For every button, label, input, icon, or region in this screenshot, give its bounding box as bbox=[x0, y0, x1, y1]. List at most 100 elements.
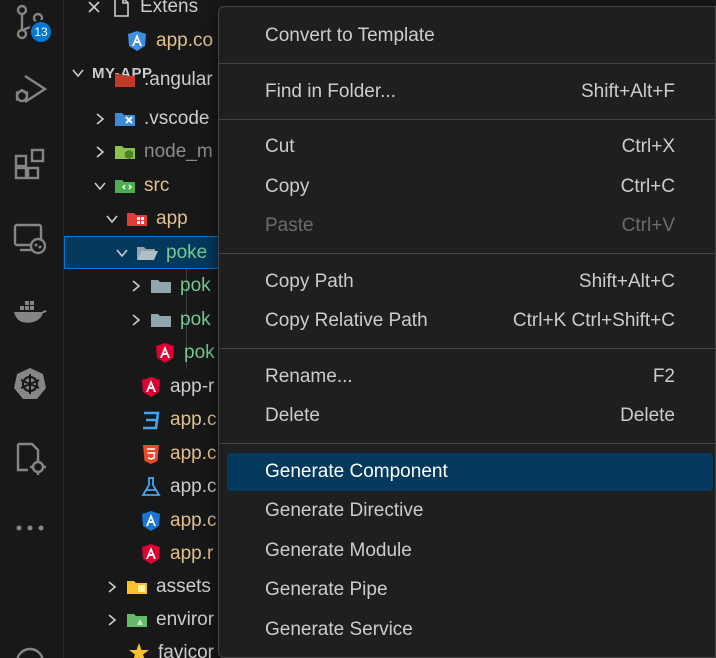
tree-item-folder[interactable]: enviror bbox=[64, 603, 224, 636]
tree-item-folder-selected[interactable]: poke bbox=[64, 236, 224, 269]
tree-item-file[interactable]: app-r bbox=[64, 370, 224, 403]
menu-item-shortcut: Ctrl+C bbox=[620, 176, 675, 197]
menu-item-label: Generate Component bbox=[265, 461, 448, 482]
chevron-right-icon bbox=[104, 580, 120, 594]
more-icon[interactable] bbox=[8, 506, 52, 550]
menu-item-delete[interactable]: Delete Delete bbox=[227, 397, 713, 435]
menu-item-label: Generate Pipe bbox=[265, 579, 388, 600]
tree-item-label: enviror bbox=[156, 608, 215, 630]
menu-item-generate-directive[interactable]: Generate Directive bbox=[227, 492, 713, 530]
menu-item-copy-relative-path[interactable]: Copy Relative Path Ctrl+K Ctrl+Shift+C bbox=[227, 302, 713, 340]
menu-separator bbox=[219, 348, 716, 349]
tree-item-file[interactable]: pok bbox=[64, 336, 224, 369]
tree-item-label: pok bbox=[180, 308, 211, 330]
menu-item-label: Copy Relative Path bbox=[265, 310, 428, 331]
account-icon[interactable] bbox=[8, 636, 52, 658]
kubernetes-icon[interactable] bbox=[8, 362, 52, 406]
tree-item-folder[interactable]: app bbox=[64, 202, 224, 235]
menu-item-label: Delete bbox=[265, 405, 320, 426]
run-debug-icon[interactable] bbox=[8, 66, 52, 110]
tree-item-folder[interactable]: .angular bbox=[64, 70, 224, 90]
angular-icon bbox=[140, 543, 162, 565]
tree-item-file[interactable]: app.c bbox=[64, 437, 224, 470]
menu-item-cut[interactable]: Cut Ctrl+X bbox=[227, 128, 713, 166]
tree-item-label: app-r bbox=[170, 375, 215, 397]
tree-item-file[interactable]: app.c bbox=[64, 504, 224, 537]
tree-item-file[interactable]: app.r bbox=[64, 537, 224, 570]
assets-folder-icon bbox=[126, 576, 148, 598]
tree-item-folder[interactable]: node_m bbox=[64, 135, 224, 168]
chevron-right-icon bbox=[104, 613, 120, 627]
context-menu: Convert to Template Find in Folder... Sh… bbox=[218, 6, 716, 658]
node-folder-icon bbox=[114, 141, 136, 163]
open-editor-item[interactable]: app.co bbox=[64, 24, 224, 57]
remote-explorer-icon[interactable] bbox=[8, 216, 52, 260]
tree-item-label: app.c bbox=[170, 442, 217, 464]
menu-separator bbox=[219, 119, 716, 120]
menu-item-paste[interactable]: Paste Ctrl+V bbox=[227, 207, 713, 245]
folder-open-icon bbox=[136, 242, 158, 264]
tree-item-file[interactable]: favicor bbox=[64, 636, 224, 658]
menu-item-shortcut: F2 bbox=[652, 366, 675, 387]
chevron-right-icon bbox=[128, 279, 144, 293]
tree-item-folder[interactable]: src bbox=[64, 169, 224, 202]
tree-item-label: pok bbox=[180, 274, 211, 296]
chevron-right-icon bbox=[92, 112, 108, 126]
extensions-icon[interactable] bbox=[8, 142, 52, 186]
menu-item-label: Paste bbox=[265, 215, 314, 236]
explorer-sidebar: Extens app.co MY-APP .angular .vscode no… bbox=[64, 0, 224, 658]
menu-item-label: Rename... bbox=[265, 366, 353, 387]
menu-item-copy[interactable]: Copy Ctrl+C bbox=[227, 168, 713, 206]
html-icon bbox=[140, 443, 162, 465]
angular-folder-icon bbox=[114, 70, 136, 90]
menu-item-convert-to-template[interactable]: Convert to Template bbox=[227, 17, 713, 55]
settings-sync-icon[interactable] bbox=[8, 436, 52, 480]
tree-item-label: node_m bbox=[144, 140, 213, 162]
menu-item-shortcut: Ctrl+K Ctrl+Shift+C bbox=[512, 310, 675, 331]
menu-item-generate-component[interactable]: Generate Component bbox=[227, 453, 713, 491]
vscode-folder-icon bbox=[114, 108, 136, 130]
menu-item-label: Copy bbox=[265, 176, 310, 197]
open-editor-item[interactable]: Extens bbox=[64, 0, 224, 23]
chevron-right-icon bbox=[92, 145, 108, 159]
tree-item-label: pok bbox=[184, 341, 215, 363]
test-icon bbox=[140, 476, 162, 498]
angular-icon bbox=[154, 342, 176, 364]
tree-item-label: .vscode bbox=[144, 107, 210, 129]
menu-item-generate-service[interactable]: Generate Service bbox=[227, 611, 713, 649]
tree-item-folder[interactable]: assets bbox=[64, 570, 224, 603]
chevron-down-icon bbox=[92, 179, 108, 193]
menu-separator bbox=[219, 63, 716, 64]
tree-item-file[interactable]: app.c bbox=[64, 470, 224, 503]
close-icon[interactable] bbox=[64, 0, 102, 15]
tree-item-label: app.r bbox=[170, 542, 214, 564]
tree-item-label: favicor bbox=[158, 641, 214, 658]
docker-icon[interactable] bbox=[8, 288, 52, 332]
tree-item-folder[interactable]: .vscode bbox=[64, 102, 224, 135]
chevron-down-icon bbox=[104, 212, 120, 226]
menu-item-label: Generate Service bbox=[265, 619, 413, 640]
tree-item-label: app.c bbox=[170, 408, 217, 430]
menu-item-copy-path[interactable]: Copy Path Shift+Alt+C bbox=[227, 263, 713, 301]
menu-item-find-in-folder[interactable]: Find in Folder... Shift+Alt+F bbox=[227, 73, 713, 111]
menu-item-label: Find in Folder... bbox=[265, 81, 396, 102]
source-control-badge: 13 bbox=[29, 20, 53, 44]
menu-item-shortcut: Shift+Alt+F bbox=[581, 81, 675, 102]
menu-item-generate-module[interactable]: Generate Module bbox=[227, 532, 713, 570]
tree-item-folder[interactable]: pok bbox=[64, 269, 224, 302]
folder-icon bbox=[150, 275, 172, 297]
menu-item-label: Generate Directive bbox=[265, 500, 424, 521]
menu-item-generate-pipe[interactable]: Generate Pipe bbox=[227, 571, 713, 609]
tree-item-label: assets bbox=[156, 575, 211, 597]
chevron-right-icon bbox=[128, 313, 144, 327]
open-editor-label: app.co bbox=[156, 29, 214, 51]
menu-separator bbox=[219, 443, 716, 444]
tree-item-folder[interactable]: pok bbox=[64, 303, 224, 336]
tree-item-file[interactable]: app.c bbox=[64, 403, 224, 436]
menu-item-rename[interactable]: Rename... F2 bbox=[227, 358, 713, 396]
env-folder-icon bbox=[126, 609, 148, 631]
menu-item-shortcut: Ctrl+V bbox=[621, 215, 675, 236]
menu-item-shortcut: Delete bbox=[620, 405, 675, 426]
app-folder-icon bbox=[126, 208, 148, 230]
open-editor-label: Extens bbox=[140, 0, 199, 17]
